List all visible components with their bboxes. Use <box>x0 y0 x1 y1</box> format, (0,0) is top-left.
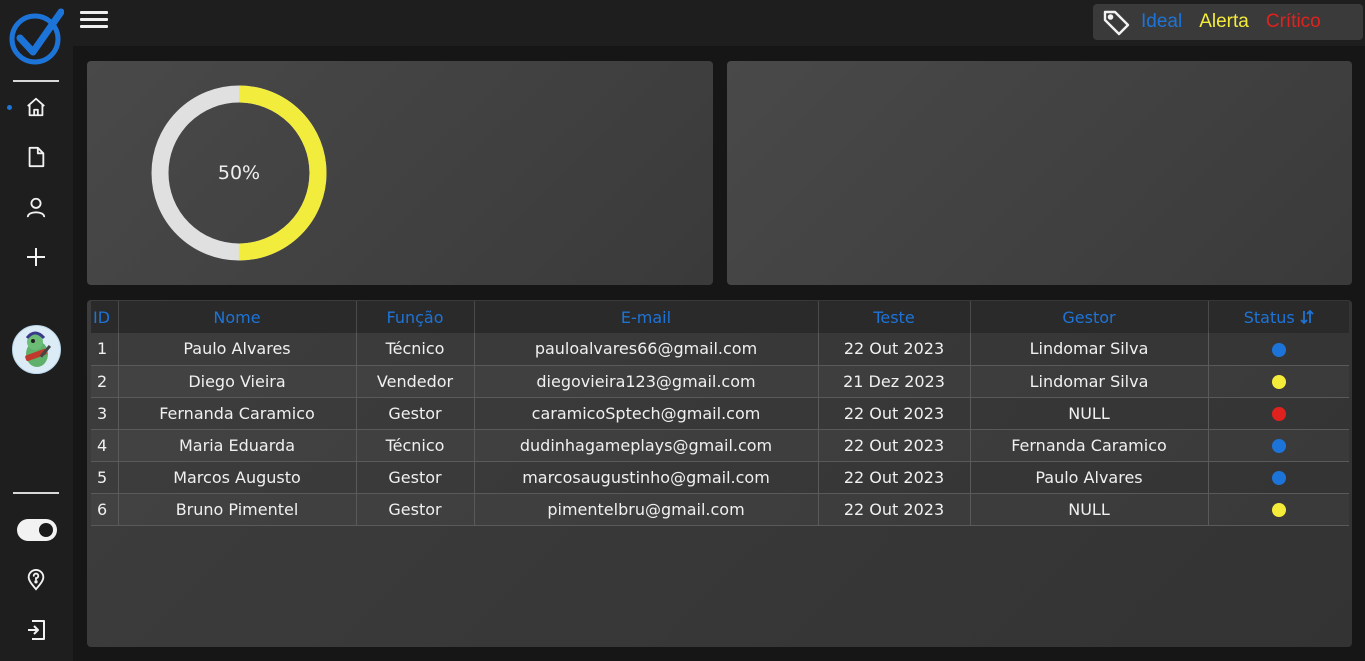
cell-teste: 22 Out 2023 <box>818 333 971 366</box>
cell-id: 5 <box>91 461 119 494</box>
cell-teste: 22 Out 2023 <box>818 429 971 462</box>
status-dot <box>1271 342 1286 357</box>
cell-id: 2 <box>91 365 119 398</box>
cell-funcao: Técnico <box>356 429 475 462</box>
cell-email: caramicoSptech@gmail.com <box>474 397 819 430</box>
cell-gestor: Paulo Alvares <box>970 461 1209 494</box>
active-indicator <box>7 105 12 110</box>
avatar[interactable] <box>12 325 61 374</box>
col-id-header[interactable]: ID <box>91 301 119 333</box>
col-gestor-header[interactable]: Gestor <box>970 301 1209 333</box>
sidebar <box>0 0 73 661</box>
cell-funcao: Vendedor <box>356 365 475 398</box>
toggle-knob <box>39 523 53 537</box>
checkmark-logo-icon[interactable] <box>8 8 64 66</box>
col-funcao-header[interactable]: Função <box>356 301 475 333</box>
table-row[interactable]: 1 Paulo Alvares Técnico pauloalvares66@gmai… <box>91 333 1349 366</box>
cell-teste: 21 Dez 2023 <box>818 365 971 398</box>
cell-email: dudinhagameplays@gmail.com <box>474 429 819 462</box>
cell-teste: 22 Out 2023 <box>818 397 971 430</box>
cell-nome: Fernanda Caramico <box>118 397 357 430</box>
sidebar-divider-bottom <box>13 492 59 494</box>
sort-icon[interactable] <box>1300 309 1314 324</box>
table-row[interactable]: 3 Fernanda Caramico Gestor caramicoSptech@g… <box>91 397 1349 430</box>
home-icon[interactable] <box>24 95 48 119</box>
cell-status <box>1208 429 1349 462</box>
col-status-header[interactable]: Status <box>1208 301 1349 333</box>
legend-ideal: Ideal <box>1141 11 1183 32</box>
cell-funcao: Gestor <box>356 397 475 430</box>
cell-nome: Diego Vieira <box>118 365 357 398</box>
plus-icon[interactable] <box>24 245 48 269</box>
cell-email: marcosaugustinho@gmail.com <box>474 461 819 494</box>
table-row[interactable]: 5 Marcos Augusto Gestor marcosaugustinho@gm… <box>91 461 1349 494</box>
cell-funcao: Gestor <box>356 493 475 526</box>
cell-id: 4 <box>91 429 119 462</box>
cell-status <box>1208 493 1349 526</box>
cell-gestor: NULL <box>970 493 1209 526</box>
table-row[interactable]: 2 Diego Vieira Vendedor diegovieira123@gmai… <box>91 365 1349 398</box>
cell-status <box>1208 333 1349 366</box>
cell-status <box>1208 397 1349 430</box>
status-dot <box>1271 503 1286 517</box>
cell-nome: Paulo Alvares <box>118 333 357 366</box>
gauge-card: 50% <box>87 61 713 285</box>
cell-gestor: NULL <box>970 397 1209 430</box>
table-row[interactable]: 6 Bruno Pimentel Gestor pimentelbru@gmail.c… <box>91 493 1349 526</box>
cell-gestor: Fernanda Caramico <box>970 429 1209 462</box>
employees-table: ID Nome Função E-mail Teste Gestor Statu… <box>91 301 1349 526</box>
cell-funcao: Gestor <box>356 461 475 494</box>
employees-table-card: ID Nome Função E-mail Teste Gestor Statu… <box>87 300 1352 647</box>
user-icon[interactable] <box>24 195 48 219</box>
cell-teste: 22 Out 2023 <box>818 493 971 526</box>
theme-toggle[interactable] <box>17 519 57 541</box>
status-dot <box>1271 439 1286 453</box>
cell-nome: Maria Eduarda <box>118 429 357 462</box>
cell-nome: Bruno Pimentel <box>118 493 357 526</box>
cell-status <box>1208 365 1349 398</box>
cell-id: 3 <box>91 397 119 430</box>
legend-alerta: Alerta <box>1199 11 1249 32</box>
cell-email: pauloalvares66@gmail.com <box>474 333 819 366</box>
menu-icon[interactable] <box>80 11 108 33</box>
col-teste-header[interactable]: Teste <box>818 301 971 333</box>
chart-card-empty <box>727 61 1352 285</box>
status-dot <box>1271 375 1286 389</box>
progress-label: 50% <box>217 162 261 184</box>
status-header-label: Status <box>1243 307 1295 327</box>
topbar: Ideal Alerta Crítico <box>73 0 1365 46</box>
legend-critico: Crítico <box>1265 11 1321 32</box>
status-dot <box>1271 407 1286 421</box>
col-nome-header[interactable]: Nome <box>118 301 357 333</box>
sidebar-divider-top <box>13 80 59 82</box>
logout-icon[interactable] <box>24 618 48 642</box>
status-legend: Ideal Alerta Crítico <box>1093 4 1363 40</box>
table-header-row: ID Nome Função E-mail Teste Gestor Statu… <box>91 301 1349 333</box>
cell-email: diegovieira123@gmail.com <box>474 365 819 398</box>
status-dot <box>1271 471 1286 485</box>
cell-status <box>1208 461 1349 494</box>
cell-funcao: Técnico <box>356 333 475 366</box>
cell-gestor: Lindomar Silva <box>970 333 1209 366</box>
cell-id: 1 <box>91 333 119 366</box>
document-icon[interactable] <box>24 145 48 169</box>
cell-email: pimentelbru@gmail.com <box>474 493 819 526</box>
cell-teste: 22 Out 2023 <box>818 461 971 494</box>
cell-id: 6 <box>91 493 119 526</box>
col-email-header[interactable]: E-mail <box>474 301 819 333</box>
cell-nome: Marcos Augusto <box>118 461 357 494</box>
table-row[interactable]: 4 Maria Eduarda Técnico dudinhagameplays@gm… <box>91 429 1349 462</box>
cell-gestor: Lindomar Silva <box>970 365 1209 398</box>
help-location-icon[interactable] <box>24 568 48 592</box>
tag-icon <box>1101 7 1131 37</box>
